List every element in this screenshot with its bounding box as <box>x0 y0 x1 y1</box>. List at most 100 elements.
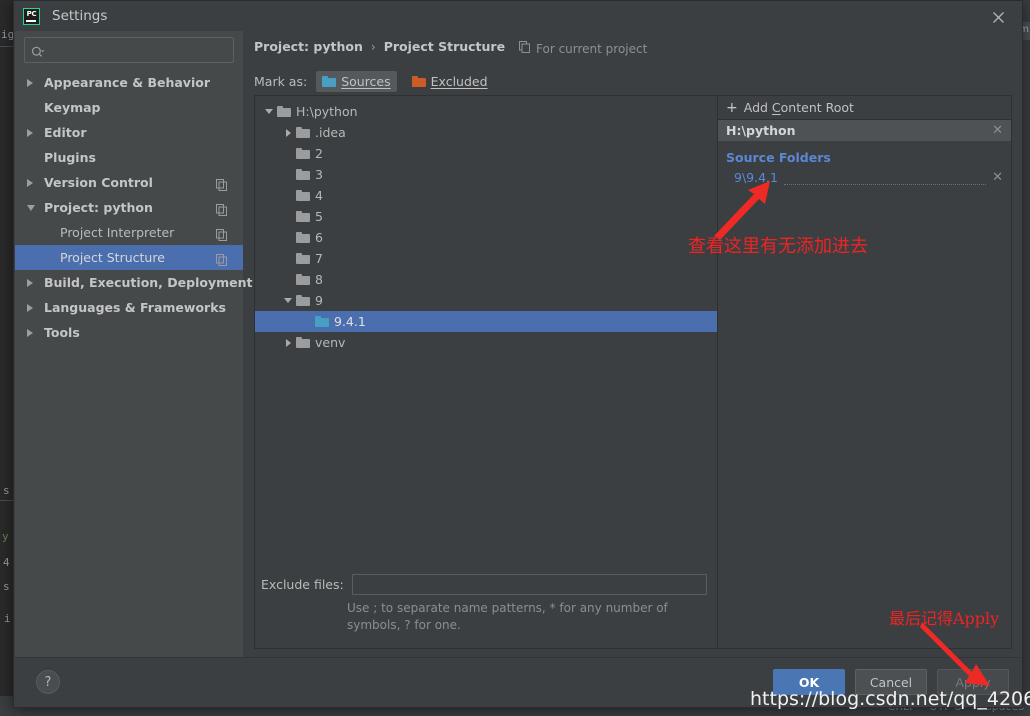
copy-icon <box>519 41 530 56</box>
file-tree-label: 5 <box>315 209 323 224</box>
folder-icon <box>296 211 310 222</box>
chevron-right-icon[interactable] <box>280 338 296 347</box>
sidebar-item-build-execution-deployment[interactable]: Build, Execution, Deployment <box>15 270 252 295</box>
help-button[interactable]: ? <box>36 670 60 694</box>
sidebar-item-label: Tools <box>44 325 80 340</box>
chevron-right-icon[interactable] <box>280 128 296 137</box>
file-tree-row[interactable]: 9 <box>255 290 717 311</box>
chevron-right-icon <box>27 78 41 87</box>
sidebar-item-label: Project Interpreter <box>60 225 175 240</box>
file-tree-row[interactable]: 7 <box>255 248 717 269</box>
search-wrapper <box>15 31 243 63</box>
file-tree-row[interactable]: .idea <box>255 122 717 143</box>
folder-icon <box>296 148 310 159</box>
file-tree-row[interactable]: 8 <box>255 269 717 290</box>
file-tree-label: 2 <box>315 146 323 161</box>
sidebar-item-project-python[interactable]: Project: python <box>15 195 243 220</box>
file-tree-row[interactable]: 4 <box>255 185 717 206</box>
search-box[interactable] <box>24 37 234 63</box>
breadcrumb-current: Project Structure <box>383 39 506 54</box>
source-folder-path: 9\9.4.1 <box>734 170 778 185</box>
sidebar-item-label: Languages & Frameworks <box>44 300 226 315</box>
exclude-files-row: Exclude files: <box>261 574 707 595</box>
sidebar-item-plugins[interactable]: Plugins <box>15 145 243 170</box>
copy-icon <box>216 201 227 216</box>
search-input[interactable] <box>48 42 227 58</box>
exclude-files-label: Exclude files: <box>261 577 344 592</box>
dotted-leader <box>783 183 987 185</box>
folder-icon <box>296 337 310 348</box>
sidebar-item-label: Version Control <box>44 175 153 190</box>
sidebar-item-label: Build, Execution, Deployment <box>44 275 253 290</box>
plus-icon: + <box>726 99 738 116</box>
background-fragment-5: i <box>4 612 11 625</box>
close-icon[interactable] <box>988 7 1008 27</box>
exclude-files-area: Exclude files: Use ; to separate name pa… <box>255 574 717 648</box>
chevron-right-icon <box>27 303 41 312</box>
mark-as-excluded-button[interactable]: Excluded <box>406 71 494 92</box>
apply-button[interactable]: Apply <box>937 669 1009 695</box>
chevron-right-icon <box>27 128 41 137</box>
dialog-title: Settings <box>52 8 108 24</box>
sidebar-item-project-structure[interactable]: Project Structure <box>15 245 243 270</box>
settings-dialog: PC Settings Appearance & Behavior Keymap… <box>13 0 1023 708</box>
background-fragment-2: y <box>2 530 9 543</box>
folder-excluded-icon <box>411 76 426 87</box>
mark-as-toolbar: Mark as: Sources Excluded <box>254 71 494 92</box>
sidebar-item-editor[interactable]: Editor <box>15 120 243 145</box>
file-tree-row[interactable]: 2 <box>255 143 717 164</box>
mark-as-sources-label: Sources <box>341 74 391 89</box>
sidebar-item-version-control[interactable]: Version Control <box>15 170 243 195</box>
file-tree-row[interactable]: 6 <box>255 227 717 248</box>
dialog-titlebar: PC Settings <box>14 1 1022 31</box>
cancel-button[interactable]: Cancel <box>855 669 927 695</box>
folder-icon <box>315 316 329 327</box>
folder-icon <box>296 127 310 138</box>
copy-icon <box>216 251 227 266</box>
sidebar-item-label: Editor <box>44 125 87 140</box>
file-tree-row[interactable]: 5 <box>255 206 717 227</box>
sidebar-item-appearance-behavior[interactable]: Appearance & Behavior <box>15 70 243 95</box>
for-current-project-label: For current project <box>536 41 648 56</box>
copy-icon <box>216 226 227 241</box>
content-roots-pane: + Add Content Root H:\python ✕ Source Fo… <box>718 96 1011 648</box>
add-content-root-button[interactable]: + Add Content Root <box>718 96 1011 120</box>
breadcrumb: Project: python › Project Structure <box>254 39 505 54</box>
remove-content-root-icon[interactable]: ✕ <box>992 124 1003 137</box>
copy-icon <box>216 176 227 191</box>
ok-button[interactable]: OK <box>773 669 845 695</box>
chevron-down-icon[interactable] <box>280 298 296 303</box>
file-tree-row[interactable]: venv <box>255 332 717 353</box>
content-root-path: H:\python <box>726 123 796 138</box>
dialog-button-row: OK Cancel Apply <box>773 669 1009 695</box>
background-fragment-3: 4 <box>3 556 10 569</box>
chevron-right-icon <box>27 278 41 287</box>
remove-source-folder-icon[interactable]: ✕ <box>992 171 1003 184</box>
sidebar-item-keymap[interactable]: Keymap <box>15 95 243 120</box>
chevron-down-icon[interactable] <box>261 109 277 114</box>
file-tree-label: 4 <box>315 188 323 203</box>
source-folder-row[interactable]: 9\9.4.1 ✕ <box>718 168 1011 187</box>
file-tree-row[interactable]: 3 <box>255 164 717 185</box>
file-tree-label: 6 <box>315 230 323 245</box>
exclude-files-input[interactable] <box>351 574 707 595</box>
folder-icon <box>296 232 310 243</box>
sidebar-item-tools[interactable]: Tools <box>15 320 243 345</box>
sidebar-item-project-interpreter[interactable]: Project Interpreter <box>15 220 243 245</box>
file-tree-row[interactable]: 9.4.1 <box>255 311 717 332</box>
sidebar-item-label: Project Structure <box>60 250 165 265</box>
folder-icon <box>296 274 310 285</box>
pycharm-icon: PC <box>23 7 40 25</box>
background-fragment-1: s <box>3 484 10 497</box>
mark-as-sources-button[interactable]: Sources <box>316 71 397 92</box>
sidebar-item-label: Keymap <box>44 100 101 115</box>
file-tree-label: H:\python <box>296 104 358 119</box>
folder-icon <box>296 295 310 306</box>
file-tree-row[interactable]: H:\python <box>255 101 717 122</box>
project-structure-content: H:\python .idea 2 3 4 5 6 7 8 9 9.4.1 venv Exclude … <box>254 95 1012 649</box>
sidebar-item-label: Appearance & Behavior <box>44 75 210 90</box>
search-icon <box>31 44 45 57</box>
breadcrumb-parent[interactable]: Project: python <box>254 39 363 54</box>
add-content-root-label: Add Content Root <box>743 100 854 115</box>
sidebar-item-languages-frameworks[interactable]: Languages & Frameworks <box>15 295 243 320</box>
